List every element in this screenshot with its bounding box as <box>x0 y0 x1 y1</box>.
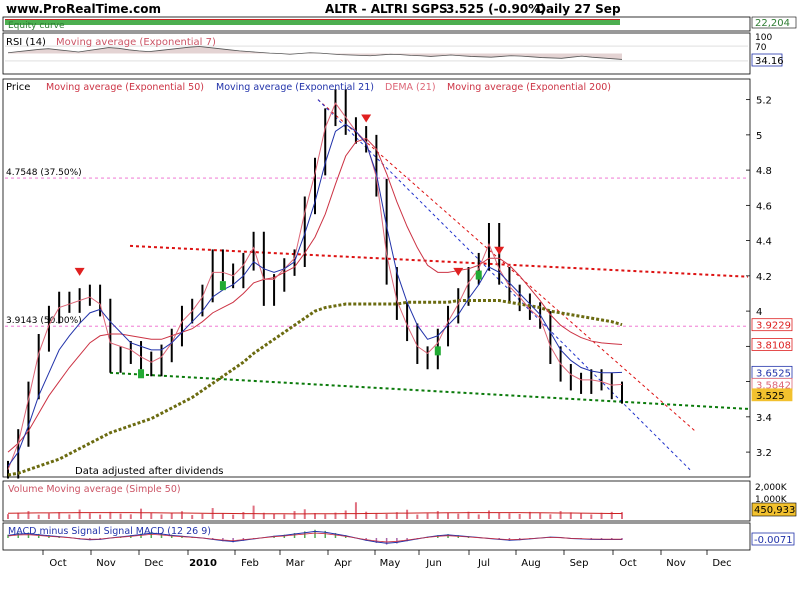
x-tick-label: Dec <box>144 558 163 569</box>
legend-entry: Moving average (Exponential 200) <box>447 82 611 93</box>
instrument-title: ALTR - ALTRI SGPS <box>325 2 448 16</box>
legend-entry: Moving average (Exponential 50) <box>46 82 204 93</box>
equity-value-label: 22,204 <box>755 18 790 29</box>
price-tag-label: 3.8108 <box>756 340 791 351</box>
stock-chart: www.ProRealTime.com ALTR - ALTRI SGPS 3.… <box>0 0 800 569</box>
rsi-title: RSI (14) <box>6 37 46 48</box>
x-tick-label: May <box>380 558 401 569</box>
price-tick-label: 4.6 <box>756 201 772 212</box>
rsi-tick-label: 70 <box>755 43 767 53</box>
price-tag-label: 3.525 <box>756 391 785 402</box>
price-change: 3.525 (-0.90%) <box>446 2 546 16</box>
price-tick-label: 4.8 <box>756 166 772 177</box>
x-tick-label: 2010 <box>189 558 217 569</box>
buy-signal-icon <box>434 346 441 356</box>
buy-signal-icon <box>475 270 482 280</box>
x-tick-label: Feb <box>241 558 259 569</box>
x-tick-label: Jul <box>477 558 490 569</box>
x-axis: Oct Nov Dec 2010 Feb Mar Apr May Jun Jul Aug Sep Oct… <box>42 550 732 569</box>
buy-signal-icon <box>138 369 145 379</box>
price-tick-label: 4 <box>756 307 762 318</box>
price-tag-label: 3.6525 <box>756 368 791 379</box>
legend-entry: Moving average (Exponential 21) <box>216 82 374 93</box>
x-tick-label: Jun <box>425 558 442 569</box>
x-tick-label: Oct <box>49 558 66 569</box>
x-tick-label: Sep <box>570 558 589 569</box>
footnote: Data adjusted after dividends <box>75 466 224 477</box>
rsi-value-label: 34.16 <box>755 56 784 67</box>
x-tick-label: Nov <box>96 558 116 569</box>
x-tick-label: Nov <box>666 558 686 569</box>
price-tick-label: 4.4 <box>756 237 772 248</box>
volume-tick-label: 2,000K <box>755 483 788 493</box>
legend-entry: DEMA (21) <box>385 82 436 93</box>
x-tick-label: Aug <box>521 558 541 569</box>
x-tick-label: Dec <box>712 558 731 569</box>
price-tick-label: 5 <box>756 131 762 142</box>
rsi-ma-title: Moving average (Exponential 7) <box>56 37 216 48</box>
price-title: Price <box>6 82 30 93</box>
equity-title: Equity curve <box>8 21 65 31</box>
price-tick-label: 3.2 <box>756 448 772 459</box>
price-tick-label: 5.2 <box>756 96 772 107</box>
x-tick-label: Mar <box>286 558 306 569</box>
site-name: www.ProRealTime.com <box>6 2 161 16</box>
fib-level-label: 4.7548 (37.50%) <box>6 168 82 178</box>
period-label: Daily 27 Sep <box>536 2 621 16</box>
x-tick-label: Apr <box>334 558 352 569</box>
x-tick-label: Oct <box>619 558 636 569</box>
macd-value-label: -0.0071 <box>754 535 793 546</box>
rsi-tick-label: 100 <box>755 33 772 43</box>
price-tag-label: 3.9229 <box>756 321 791 332</box>
macd-title: MACD minus Signal Signal MACD (12 26 9) <box>8 526 211 537</box>
buy-signal-icon <box>219 281 226 291</box>
price-tick-label: 3.4 <box>756 413 772 424</box>
volume-title: Volume Moving average (Simple 50) <box>8 484 181 495</box>
volume-value-label: 450,933 <box>754 505 795 516</box>
price-tick-label: 4.2 <box>756 272 772 283</box>
fib-level-label: 3.9143 (50.00%) <box>6 316 82 326</box>
